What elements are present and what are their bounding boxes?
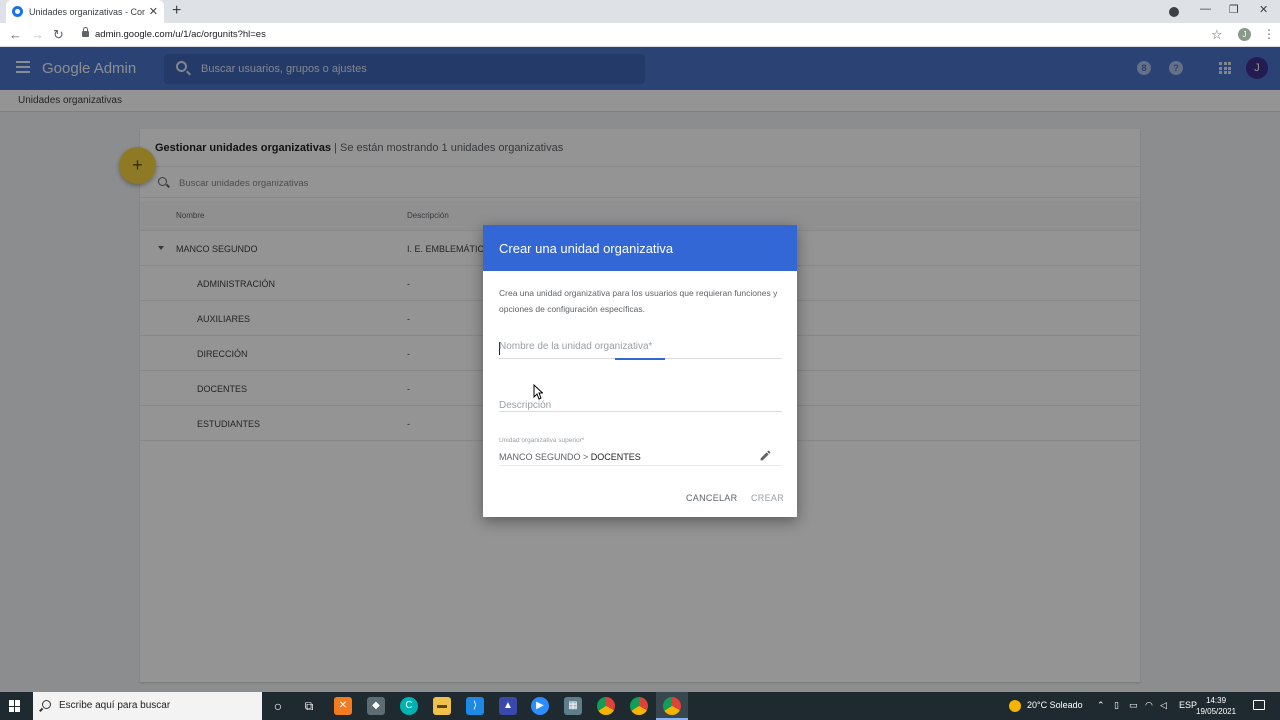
minimize-button[interactable]: — (1200, 3, 1211, 15)
calculator-icon[interactable]: ▦ (564, 697, 582, 715)
address-bar: ← → ↻ admin.google.com/u/1/ac/orgunits?h… (0, 23, 1280, 47)
admin-favicon-icon (12, 6, 23, 17)
weather-sun-icon[interactable] (1009, 700, 1021, 712)
parent-unit-label: Unidad organizativa superior* (499, 437, 585, 444)
lock-icon[interactable] (82, 27, 89, 37)
xampp-icon[interactable]: ✕ (334, 697, 352, 715)
tab-title: Unidades organizativas - Consola (29, 6, 145, 17)
parent-unit-value: MANCO SEGUNDO > DOCENTES (499, 452, 641, 462)
camtasia-icon[interactable]: C (400, 697, 418, 715)
tab-close-icon[interactable]: ✕ (149, 5, 158, 18)
zoom-icon[interactable]: ▶ (531, 697, 549, 715)
reload-icon[interactable]: ↻ (53, 27, 64, 43)
taskbar-search-placeholder: Escribe aquí para buscar (59, 700, 171, 711)
bookmark-star-icon[interactable]: ☆ (1211, 27, 1223, 43)
chrome-icon[interactable] (663, 697, 681, 715)
chrome-icon[interactable] (597, 697, 615, 715)
org-unit-name-placeholder: Nombre de la unidad organizativa* (499, 341, 653, 352)
browser-tab-bar: Unidades organizativas - Consola ✕ + — ❐… (0, 0, 1280, 23)
edit-pencil-icon[interactable] (759, 449, 772, 462)
app-icon[interactable]: ◆ (367, 697, 385, 715)
back-arrow-icon[interactable]: ← (9, 27, 22, 42)
create-org-unit-dialog: Crear una unidad organizativa Crea una u… (483, 225, 797, 517)
parent-unit-path: MANCO SEGUNDO > (499, 452, 591, 462)
volume-icon[interactable]: ◁ (1160, 700, 1167, 711)
network-icon[interactable]: ◠ (1145, 700, 1153, 711)
tray-app-icon[interactable]: ▯ (1114, 700, 1119, 711)
restore-button[interactable]: ❐ (1229, 3, 1239, 16)
dialog-description: Crea una unidad organizativa para los us… (499, 288, 778, 314)
browser-profile-avatar[interactable]: J (1238, 28, 1251, 41)
close-window-button[interactable]: ✕ (1259, 3, 1268, 16)
weather-text[interactable]: 20°C Soleado (1027, 700, 1083, 710)
vscode-icon[interactable]: ⟩ (466, 697, 484, 715)
focus-underline (615, 358, 665, 360)
app-icon[interactable]: ▲ (499, 697, 517, 715)
chrome-icon[interactable] (630, 697, 648, 715)
language-indicator[interactable]: ESP (1179, 700, 1197, 710)
file-explorer-icon[interactable]: ▬ (433, 697, 451, 715)
windows-start-icon[interactable] (9, 700, 21, 712)
url-field[interactable]: admin.google.com/u/1/ac/orgunits?hl=es (95, 29, 266, 40)
create-button[interactable]: CREAR (751, 493, 784, 503)
clock-time: 14:39 (1206, 696, 1227, 705)
parent-unit-current: DOCENTES (590, 452, 641, 462)
org-unit-name-field[interactable]: Nombre de la unidad organizativa* (499, 340, 782, 360)
tray-chevron-icon[interactable]: ⌃ (1097, 700, 1105, 711)
battery-icon[interactable]: ▭ (1129, 700, 1138, 711)
cancel-button[interactable]: CANCELAR (686, 493, 737, 503)
divider (499, 465, 782, 466)
description-placeholder: Descripción (499, 400, 552, 411)
windows-taskbar: Escribe aquí para buscar ○ ⧉ ✕ ◆ C ▬ ⟩ ▲… (0, 692, 1280, 720)
taskbar-clock[interactable]: 14:39 19/05/2021 (1196, 695, 1236, 717)
browser-tab[interactable]: Unidades organizativas - Consola ✕ (6, 0, 164, 23)
mouse-cursor-icon (533, 384, 543, 400)
new-tab-button[interactable]: + (172, 2, 181, 20)
clock-date: 19/05/2021 (1196, 707, 1237, 716)
forward-arrow-icon[interactable]: → (31, 27, 44, 42)
action-center-icon[interactable] (1253, 700, 1265, 710)
task-view-icon[interactable]: ⧉ (300, 697, 318, 715)
search-icon (42, 700, 51, 709)
dialog-title: Crear una unidad organizativa (483, 225, 797, 271)
browser-menu-icon[interactable]: ⋮ (1263, 27, 1275, 41)
taskbar-search-input[interactable]: Escribe aquí para buscar (33, 692, 262, 720)
cortana-icon[interactable]: ○ (269, 697, 287, 715)
media-record-icon[interactable] (1169, 7, 1179, 17)
